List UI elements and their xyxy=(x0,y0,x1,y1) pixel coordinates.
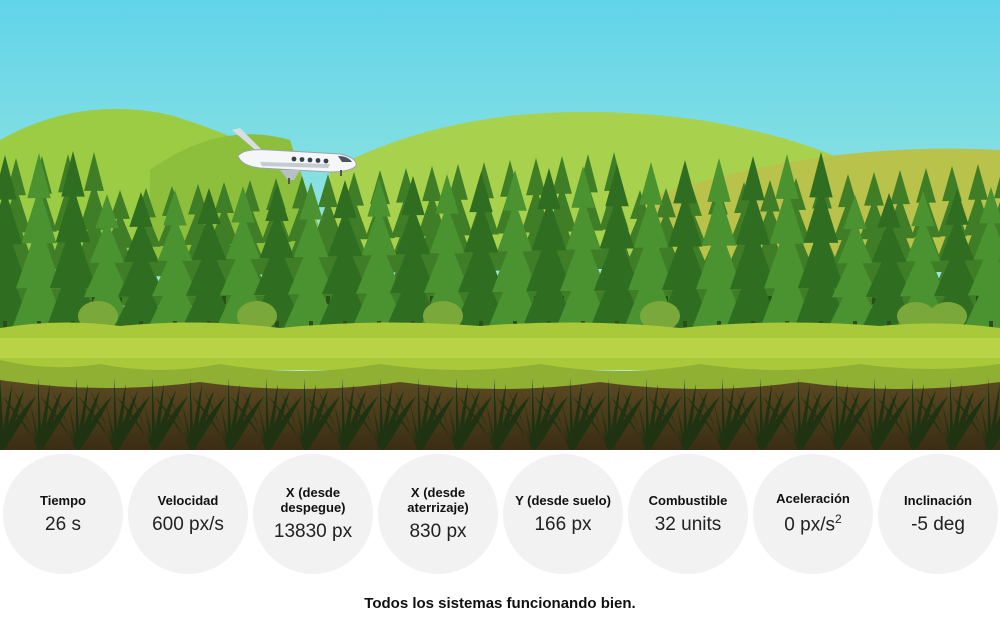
grass-highlight xyxy=(0,338,1000,358)
gauge-value: 166 px xyxy=(534,513,592,535)
gauge-label: Tiempo xyxy=(40,492,86,508)
gauge-label: Combustible xyxy=(648,492,728,508)
gauge-label: Velocidad xyxy=(157,492,219,508)
gauge-value-exponent: 2 xyxy=(835,512,842,527)
game-scene xyxy=(0,0,1000,450)
gauge-value: 26 s xyxy=(45,513,81,535)
gauge-value: 0 px/s2 xyxy=(784,512,841,536)
gauge-value: -5 deg xyxy=(911,513,965,535)
gauge-label: X (desde despegue) xyxy=(280,485,346,515)
gauge-label: X (desde aterrizaje) xyxy=(407,485,469,515)
gauge-label: Aceleración xyxy=(776,491,850,507)
gauge-value: 13830 px xyxy=(273,521,353,542)
gauge-y-suelo: Y (desde suelo) 166 px xyxy=(503,454,623,574)
gauge-tiempo: Tiempo 26 s xyxy=(3,454,123,574)
gauge-value-text: 0 px/s xyxy=(784,514,835,536)
gauge-velocidad: Velocidad 600 px/s xyxy=(128,454,248,574)
gauge-value: 830 px xyxy=(409,521,467,542)
gauge-x-despegue: X (desde despegue) 13830 px xyxy=(253,454,373,574)
gauge-label: Y (desde suelo) xyxy=(515,492,611,508)
gauge-aceleracion: Aceleración 0 px/s2 xyxy=(753,454,873,574)
gauge-combustible: Combustible 32 units xyxy=(628,454,748,574)
gauge-label: Inclinación xyxy=(904,492,972,508)
landscape-background xyxy=(0,0,1000,450)
telemetry-panel: Tiempo 26 s Velocidad 600 px/s X (desde … xyxy=(0,450,1000,580)
status-message: Todos los sistemas funcionando bien. xyxy=(364,595,636,612)
gauge-x-aterrizaje: X (desde aterrizaje) 830 px xyxy=(378,454,498,574)
gauge-value: 32 units xyxy=(654,513,722,535)
gauge-inclinacion: Inclinación -5 deg xyxy=(878,454,998,574)
gauge-value: 600 px/s xyxy=(152,513,224,535)
